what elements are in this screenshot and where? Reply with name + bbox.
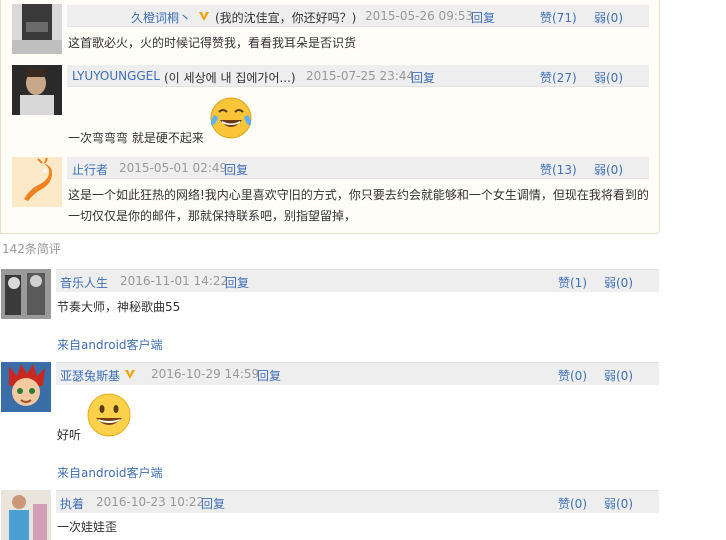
avatar[interactable] [12, 4, 62, 54]
comment-timestamp: 2015-05-01 02:49 [119, 161, 228, 175]
comment-header: 音乐人生 2016-11-01 14:22 回复 赞(1) 弱(0) [56, 269, 659, 292]
tears-of-joy-emoji [208, 96, 254, 143]
comment-author[interactable]: 久橙词桐丶 [131, 9, 191, 26]
comment-author[interactable]: LYUYOUNGGEL [72, 69, 160, 83]
comment-timestamp: 2016-10-23 10:22 [96, 495, 205, 509]
like-button[interactable]: 赞(0) [558, 367, 587, 384]
comment-header: 执着 2016-10-23 10:22 回复 赞(0) 弱(0) [56, 490, 659, 513]
dislike-button[interactable]: 弱(0) [604, 274, 633, 291]
avatar[interactable] [12, 157, 62, 207]
comment-text: 一次弯弯弯 就是硬不起来 [68, 131, 204, 145]
comment-timestamp: 2016-11-01 14:22 [120, 274, 229, 288]
dislike-button[interactable]: 弱(0) [604, 367, 633, 384]
comment-timestamp: 2016-10-29 14:59 [151, 367, 260, 381]
avatar[interactable] [1, 269, 51, 319]
comment-header: LYUYOUNGGEL (이 세상에 내 집에가어...) 2015-07-25… [67, 65, 649, 87]
lobster-logo-icon [12, 157, 62, 207]
comment-header: 久橙词桐丶 (我的沈佳宜，你还好吗？) 2015-05-26 09:53 回复 … [67, 5, 649, 27]
comment-author[interactable]: 亚瑟兔斯基 [60, 367, 120, 384]
comment-author-note: (이 세상에 내 집에가어...) [164, 71, 296, 85]
reply-link[interactable]: 回复 [201, 495, 225, 512]
comment-timestamp: 2015-07-25 23:44 [306, 69, 415, 83]
person-photo-icon [1, 490, 51, 540]
dislike-button[interactable]: 弱(0) [594, 69, 623, 86]
comment-text: 好听 [57, 428, 82, 442]
like-button[interactable]: 赞(27) [540, 69, 577, 86]
avatar[interactable] [12, 65, 62, 115]
like-button[interactable]: 赞(1) [558, 274, 587, 291]
like-button[interactable]: 赞(0) [558, 495, 587, 512]
comment-text: 这首歌必火，火的时候记得赞我，看看我耳朵是否识货 [68, 36, 357, 50]
avatar[interactable] [1, 490, 51, 540]
comment-author[interactable]: 音乐人生 [60, 274, 108, 291]
client-source-link[interactable]: 来自android客户端 [57, 464, 163, 481]
person-photo-icon [12, 4, 62, 54]
vip-badge-icon [198, 11, 210, 25]
comment-author-note: (我的沈佳宜，你还好吗？) [215, 11, 357, 25]
reply-link[interactable]: 回复 [257, 367, 281, 384]
comment-header: 亚瑟兔斯基 2016-10-29 14:59 回复 赞(0) 弱(0) [56, 362, 659, 385]
comment-count: 142条简评 [2, 242, 61, 256]
comment-text: 一次娃娃歪 [57, 520, 118, 534]
comment-author[interactable]: 执着 [60, 495, 84, 512]
comment-text: 节奏大师，神秘歌曲55 [57, 300, 181, 314]
comment-author[interactable]: 止行者 [72, 161, 108, 178]
like-button[interactable]: 赞(71) [540, 9, 577, 26]
reply-link[interactable]: 回复 [225, 274, 249, 291]
grinning-emoji [86, 392, 132, 441]
like-button[interactable]: 赞(13) [540, 161, 577, 178]
comment-text: 这是一个如此狂热的网络!我内心里喜欢守旧的方式，你只要去约会就能够和一个女生调情… [68, 188, 649, 223]
client-source-link[interactable]: 来自android客户端 [57, 336, 163, 353]
reply-link[interactable]: 回复 [471, 9, 495, 26]
comment-header: 止行者 2015-05-01 02:49 回复 赞(13) 弱(0) [67, 157, 649, 179]
comment-timestamp: 2015-05-26 09:53 [365, 9, 474, 23]
anime-avatar-icon [1, 269, 51, 319]
avatar[interactable] [1, 362, 51, 412]
vip-badge-icon [124, 369, 136, 383]
reply-link[interactable]: 回复 [224, 161, 248, 178]
person-photo-icon [12, 65, 62, 115]
dislike-button[interactable]: 弱(0) [594, 161, 623, 178]
dislike-button[interactable]: 弱(0) [604, 495, 633, 512]
reply-link[interactable]: 回复 [411, 69, 435, 86]
dislike-button[interactable]: 弱(0) [594, 9, 623, 26]
anime-avatar-icon [1, 362, 51, 412]
